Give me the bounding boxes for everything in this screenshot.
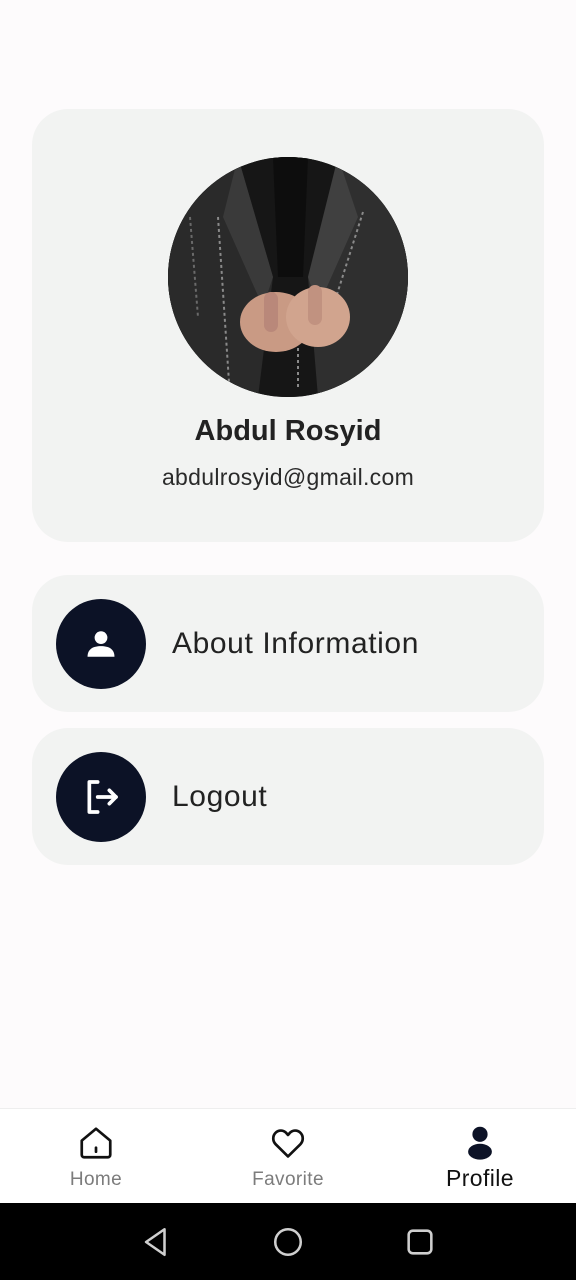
nav-home-label: Home bbox=[69, 1169, 123, 1190]
back-icon[interactable] bbox=[132, 1218, 180, 1266]
nav-profile[interactable]: Profile bbox=[384, 1109, 576, 1203]
logout-button[interactable]: Logout bbox=[32, 728, 544, 865]
nav-favorite[interactable]: Favorite bbox=[192, 1109, 384, 1203]
logout-label: Logout bbox=[172, 779, 268, 813]
about-information-label: About Information bbox=[172, 626, 420, 660]
nav-home[interactable]: Home bbox=[0, 1109, 192, 1203]
profile-email: abdulrosyid@gmail.com bbox=[161, 464, 415, 490]
profile-card: Abdul Rosyid abdulrosyid@gmail.com bbox=[32, 109, 544, 542]
home-icon bbox=[76, 1123, 116, 1163]
system-navigation-bar bbox=[0, 1203, 576, 1280]
profile-name: Abdul Rosyid bbox=[194, 415, 382, 447]
bottom-navigation: Home Favorite Profile bbox=[0, 1108, 576, 1203]
nav-profile-label: Profile bbox=[446, 1165, 514, 1191]
person-icon bbox=[460, 1123, 500, 1163]
heart-icon bbox=[268, 1123, 308, 1163]
home-circle-icon[interactable] bbox=[264, 1218, 312, 1266]
about-information-button[interactable]: About Information bbox=[32, 575, 544, 712]
recents-icon[interactable] bbox=[396, 1218, 444, 1266]
avatar-photo bbox=[168, 157, 408, 397]
logout-icon bbox=[56, 751, 146, 842]
nav-favorite-label: Favorite bbox=[252, 1169, 324, 1190]
profile-avatar bbox=[168, 157, 408, 397]
status-bar bbox=[0, 0, 576, 72]
person-icon bbox=[56, 598, 146, 689]
